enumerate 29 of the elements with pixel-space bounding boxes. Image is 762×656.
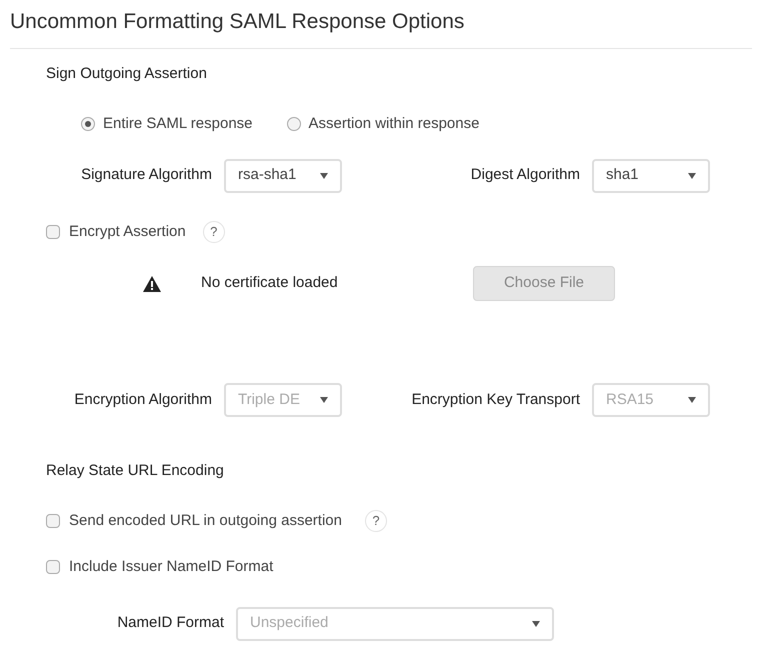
caret-icon [688,172,696,178]
checkbox-label: Send encoded URL in outgoing assertion [69,510,342,530]
field-label: NameID Format [116,613,225,634]
radio-label: Assertion within response [308,114,480,134]
help-icon[interactable]: ? [364,510,387,532]
caret-icon [532,620,540,626]
section-heading: Sign Outgoing Assertion [46,64,208,84]
dropdown[interactable]: rsa-sha1 [224,158,342,192]
field-label: Encryption Algorithm [73,390,213,410]
dropdown[interactable]: sha1 [592,158,710,192]
caret-icon [320,397,328,403]
field-label: Signature Algorithm [80,165,213,186]
checkbox[interactable] [46,514,60,528]
checkbox-label: Encrypt Assertion [69,222,186,242]
field-label: Digest Algorithm [470,165,581,186]
field-label: Encryption Key Transport [410,390,581,410]
checkbox[interactable] [46,560,60,574]
caret-icon [320,172,328,178]
radio-button[interactable] [81,117,95,132]
caret-icon [688,397,696,403]
radio-label: Entire SAML response [103,114,253,134]
help-icon[interactable]: ? [202,220,225,243]
section-heading: Relay State URL Encoding [46,461,225,481]
checkbox[interactable] [46,224,60,239]
certificate-status: No certificate loaded [201,273,339,294]
warning-icon [143,276,161,292]
checkbox-label: Include Issuer NameID Format [69,557,274,577]
radio-button[interactable] [286,117,301,132]
page-title: Uncommon Formatting SAML Response Options [10,6,752,48]
